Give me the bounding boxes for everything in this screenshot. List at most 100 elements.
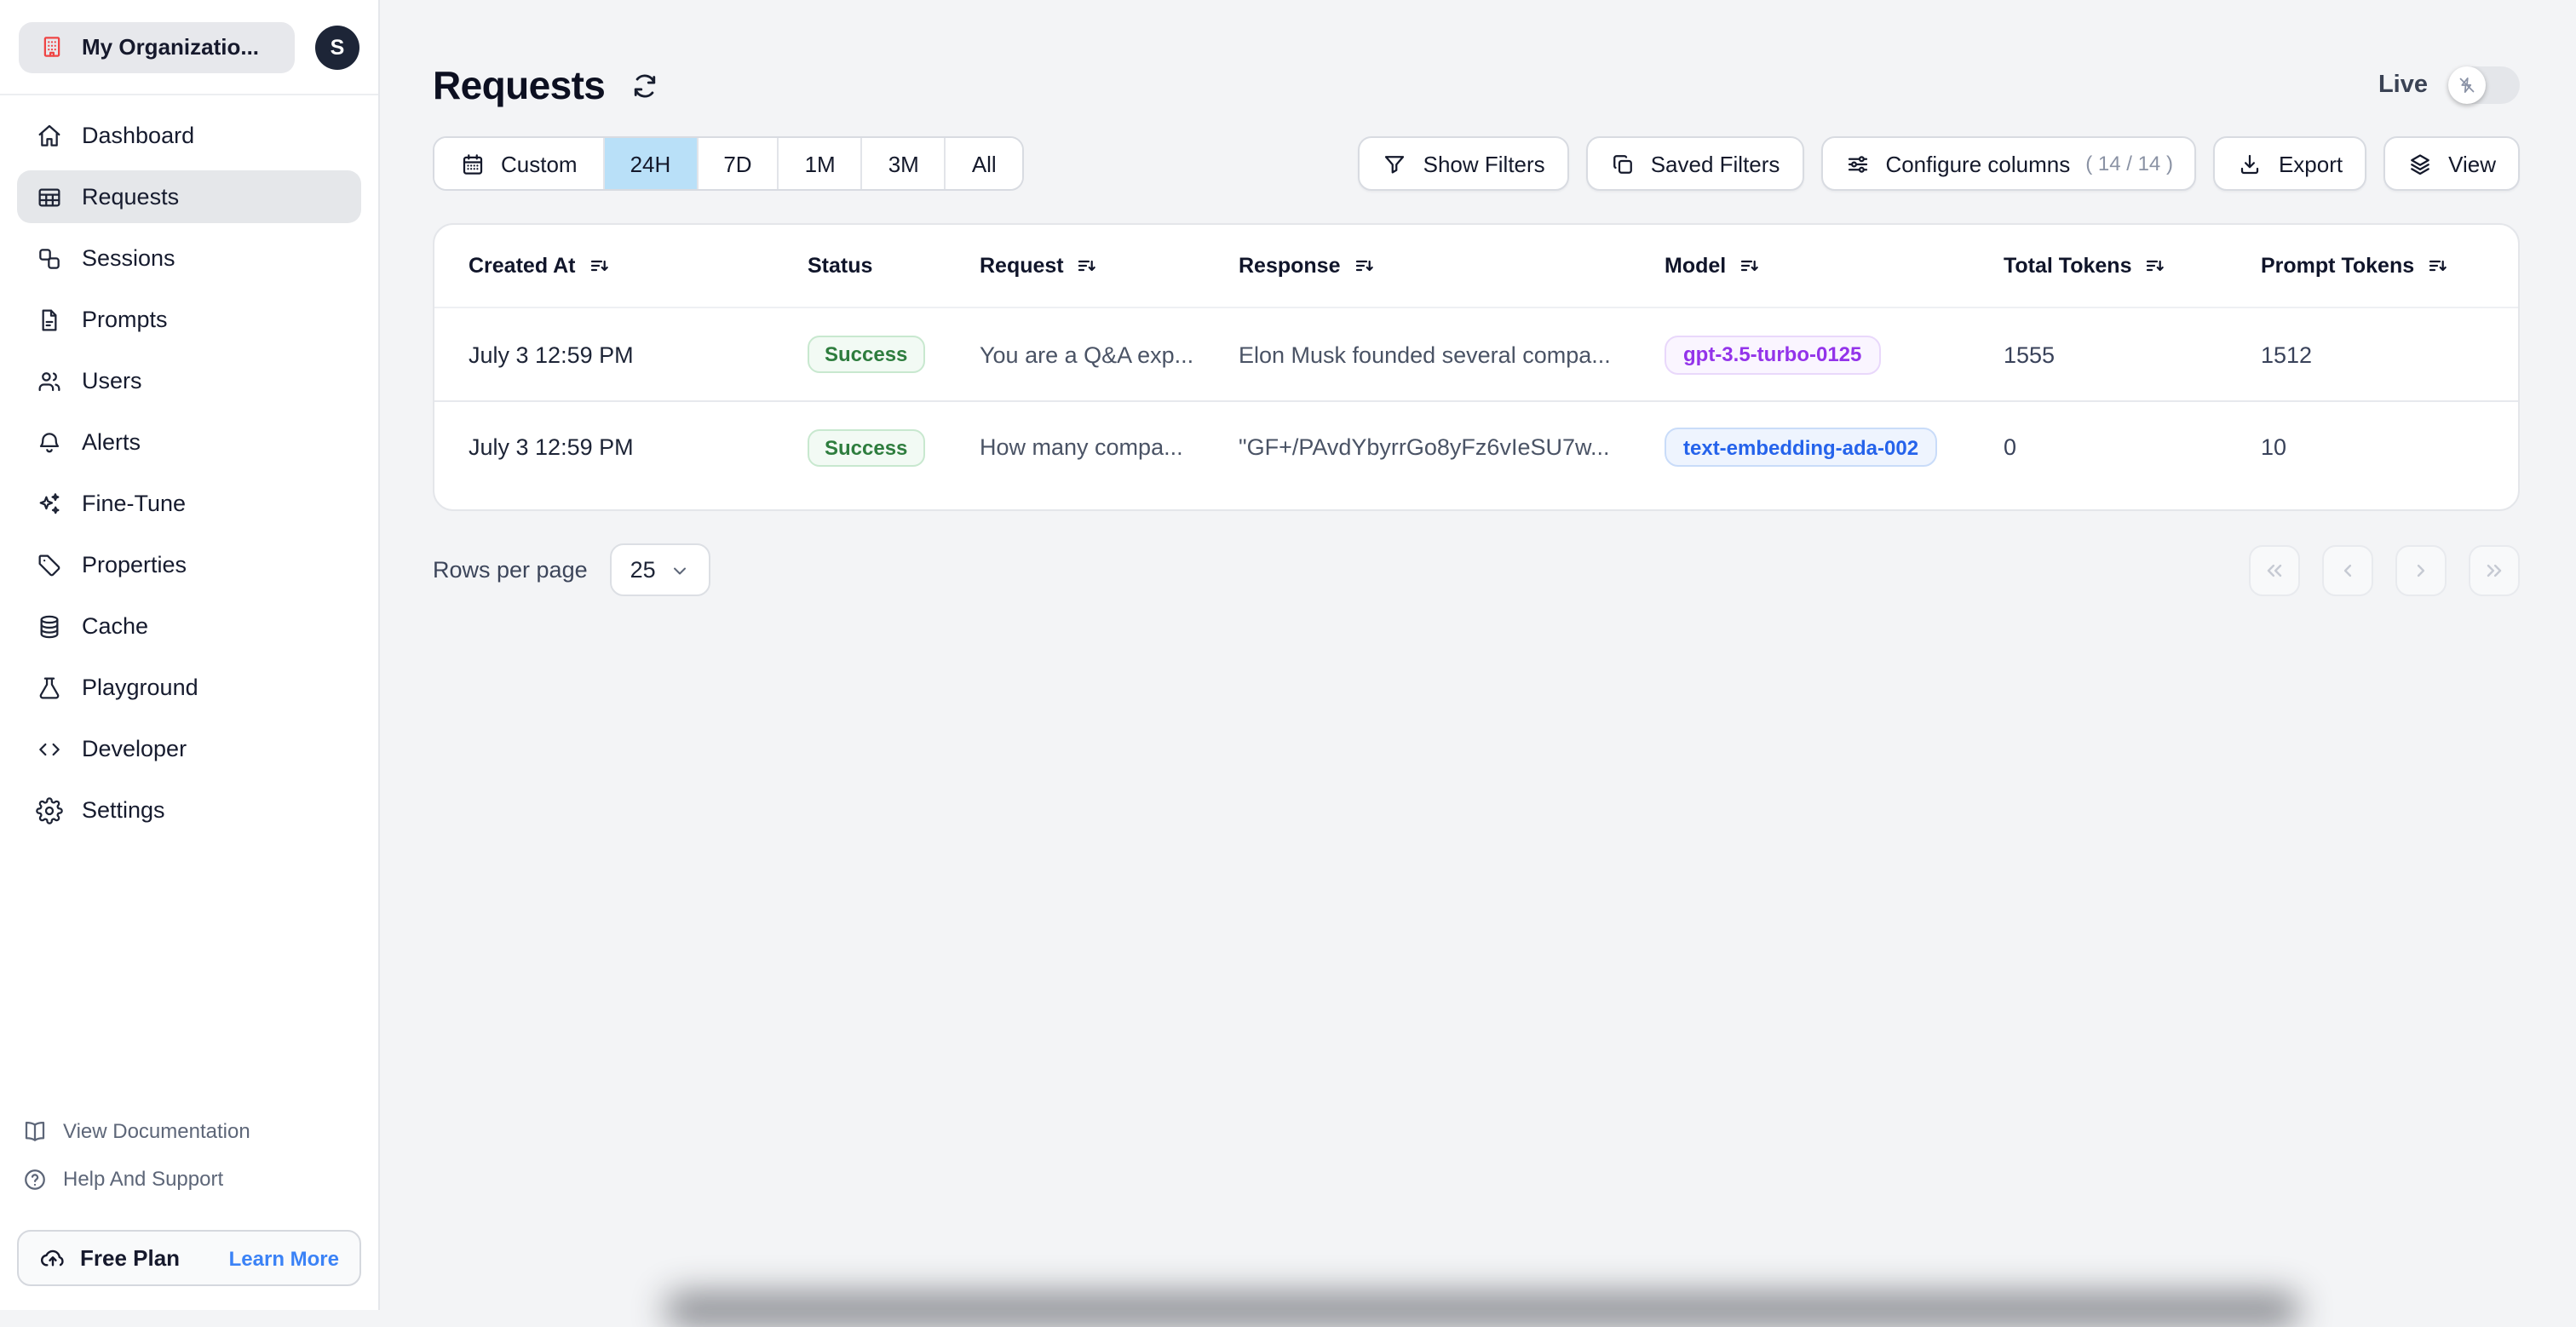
column-header-request[interactable]: Request <box>980 254 1239 278</box>
export-button[interactable]: Export <box>2213 136 2367 191</box>
column-header-created-at[interactable]: Created At <box>469 254 808 278</box>
live-toggle-knob <box>2448 66 2486 104</box>
sidebar-item-label: Settings <box>82 797 165 823</box>
refresh-button[interactable] <box>630 71 659 100</box>
live-control: Live <box>2378 66 2520 104</box>
status-badge: Success <box>808 428 925 466</box>
sidebar-item-settings[interactable]: Settings <box>17 784 361 836</box>
database-icon <box>36 612 63 640</box>
column-header-prompt-tokens[interactable]: Prompt Tokens <box>2261 254 2484 278</box>
sort-icon <box>589 256 610 276</box>
column-header-response[interactable]: Response <box>1239 254 1665 278</box>
sidebar-item-label: Requests <box>82 184 180 210</box>
configure-columns-button[interactable]: Configure columns ( 14 / 14 ) <box>1820 136 2197 191</box>
learn-more-link[interactable]: Learn More <box>229 1246 339 1270</box>
rows-per-page-select[interactable]: 25 <box>609 543 710 596</box>
pagination-bar: Rows per page 25 <box>433 543 2520 596</box>
sidebar-item-label: Fine-Tune <box>82 491 187 516</box>
live-label: Live <box>2378 72 2428 99</box>
table-header-row: Created At Status Request Response Model <box>434 225 2518 308</box>
requests-table: Created At Status Request Response Model <box>433 223 2520 511</box>
bolt-slash-icon <box>2457 75 2477 95</box>
cell-model: gpt-3.5-turbo-0125 <box>1665 335 1881 374</box>
sidebar-item-fine-tune[interactable]: Fine-Tune <box>17 477 361 530</box>
time-range-all[interactable]: All <box>946 138 1022 189</box>
cell-status: Success <box>808 336 925 373</box>
time-range-custom[interactable]: Custom <box>434 138 605 189</box>
live-toggle[interactable] <box>2448 66 2520 104</box>
previous-page-button[interactable] <box>2322 544 2373 595</box>
column-label: Response <box>1239 254 1341 278</box>
show-filters-button[interactable]: Show Filters <box>1358 136 1569 191</box>
code-icon <box>36 735 63 762</box>
funnel-icon <box>1383 151 1408 176</box>
column-label: Model <box>1665 254 1727 278</box>
show-filters-label: Show Filters <box>1423 151 1545 176</box>
view-label: View <box>2448 151 2496 176</box>
sidebar-item-sessions[interactable]: Sessions <box>17 232 361 284</box>
sort-icon <box>1078 256 1098 276</box>
next-page-button[interactable] <box>2395 544 2447 595</box>
sidebar-item-properties[interactable]: Properties <box>17 538 361 591</box>
window-bottom-shadow <box>664 1293 2300 1327</box>
cell-response: Elon Musk founded several compa... <box>1239 342 1611 367</box>
users-icon <box>36 367 63 394</box>
chevron-left-icon <box>2336 558 2360 582</box>
last-page-button[interactable] <box>2469 544 2520 595</box>
column-label: Total Tokens <box>2004 254 2132 278</box>
document-icon <box>36 306 63 333</box>
download-icon <box>2238 151 2263 176</box>
help-and-support-link[interactable]: Help And Support <box>17 1155 361 1203</box>
chevrons-left-icon <box>2263 558 2286 582</box>
footer-link-label: View Documentation <box>63 1119 250 1143</box>
sidebar-item-requests[interactable]: Requests <box>17 170 361 223</box>
saved-filters-button[interactable]: Saved Filters <box>1585 136 1804 191</box>
column-label: Created At <box>469 254 576 278</box>
column-header-model[interactable]: Model <box>1665 254 2004 278</box>
time-range-1m[interactable]: 1M <box>779 138 863 189</box>
plan-label: Free Plan <box>80 1245 181 1271</box>
sliders-icon <box>1844 151 1870 176</box>
table-row[interactable]: July 3 12:59 PM Success You are a Q&A ex… <box>434 308 2518 400</box>
column-header-total-tokens[interactable]: Total Tokens <box>2004 254 2261 278</box>
footer-link-label: Help And Support <box>63 1167 224 1191</box>
help-circle-icon <box>22 1166 48 1192</box>
sidebar-item-playground[interactable]: Playground <box>17 661 361 714</box>
cell-prompt-tokens: 10 <box>2261 434 2287 460</box>
time-range-selector: Custom 24H 7D 1M 3M All <box>433 136 1024 191</box>
user-avatar[interactable]: S <box>315 25 359 69</box>
time-range-24h[interactable]: 24H <box>604 138 699 189</box>
sidebar-item-users[interactable]: Users <box>17 354 361 407</box>
column-header-status[interactable]: Status <box>808 254 980 278</box>
view-documentation-link[interactable]: View Documentation <box>17 1107 361 1155</box>
sort-icon <box>2146 256 2166 276</box>
sort-icon <box>1354 256 1375 276</box>
flask-icon <box>36 674 63 701</box>
time-range-7d[interactable]: 7D <box>698 138 779 189</box>
column-label: Status <box>808 254 873 278</box>
sidebar: My Organizatio... S Dashboard Requests S… <box>0 0 380 1310</box>
sidebar-item-prompts[interactable]: Prompts <box>17 293 361 346</box>
chevrons-right-icon <box>2482 558 2506 582</box>
model-badge: gpt-3.5-turbo-0125 <box>1665 335 1881 374</box>
sidebar-item-label: Properties <box>82 552 187 577</box>
cell-model: text-embedding-ada-002 <box>1665 428 1938 467</box>
sidebar-item-developer[interactable]: Developer <box>17 722 361 775</box>
view-button[interactable]: View <box>2383 136 2520 191</box>
sidebar-item-dashboard[interactable]: Dashboard <box>17 109 361 162</box>
first-page-button[interactable] <box>2249 544 2300 595</box>
table-row[interactable]: July 3 12:59 PM Success How many compa..… <box>434 400 2518 492</box>
tag-icon <box>36 551 63 578</box>
configure-columns-label: Configure columns <box>1885 151 2071 176</box>
plan-banner[interactable]: Free Plan Learn More <box>17 1230 361 1286</box>
sort-icon <box>1739 256 1760 276</box>
sessions-icon <box>36 244 63 272</box>
main-content: Requests Live Custom 24H 7D 1M 3M All Sh… <box>380 0 2576 1327</box>
cell-request: You are a Q&A exp... <box>980 342 1194 367</box>
org-selector-button[interactable]: My Organizatio... <box>19 21 295 72</box>
cell-total-tokens: 1555 <box>2004 342 2056 367</box>
sidebar-item-alerts[interactable]: Alerts <box>17 416 361 468</box>
rows-per-page-value: 25 <box>630 557 656 583</box>
time-range-3m[interactable]: 3M <box>862 138 946 189</box>
sidebar-item-cache[interactable]: Cache <box>17 600 361 652</box>
